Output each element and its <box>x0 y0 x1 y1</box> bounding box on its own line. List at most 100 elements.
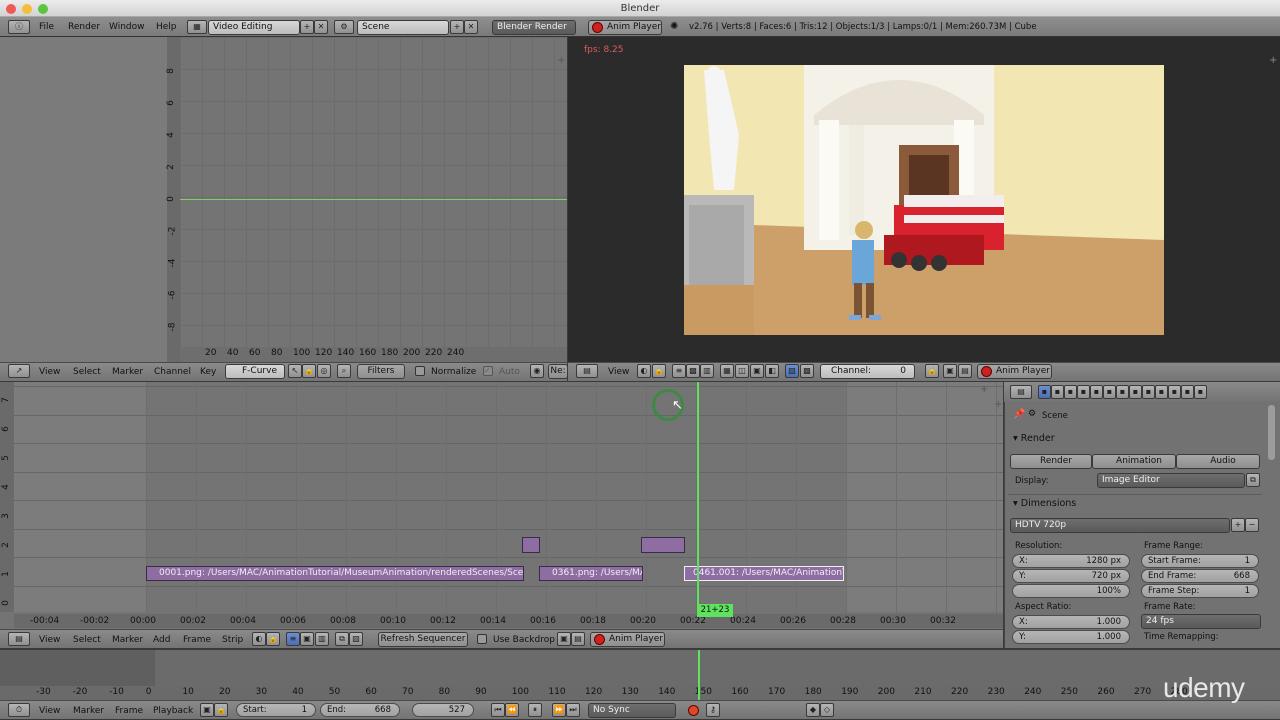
seq-menu-strip[interactable]: Strip <box>222 633 243 647</box>
tl-range-lock-icon[interactable]: 🔒 <box>214 703 228 717</box>
resolution-percent-field[interactable]: 100% <box>1012 584 1130 598</box>
graph-editor-type-icon[interactable]: ↗ <box>8 364 30 378</box>
timeline-playhead[interactable] <box>698 650 700 700</box>
seq-render2-icon[interactable]: ▤ <box>571 632 585 646</box>
remove-scene-icon[interactable]: ✕ <box>464 20 478 34</box>
seq-lock-icon[interactable]: 🔒 <box>266 632 280 646</box>
scene-icon[interactable]: ⚙ <box>334 20 354 34</box>
seq-menu-frame[interactable]: Frame <box>183 633 211 647</box>
seq-sequencer-icon[interactable]: ≡ <box>286 632 300 646</box>
render-engine-selector[interactable]: Blender Render <box>492 20 576 35</box>
end-frame-field[interactable]: End Frame: 668 <box>1141 569 1259 583</box>
normalize-checkbox[interactable] <box>415 366 425 376</box>
end-field[interactable]: End: 668 <box>320 703 400 717</box>
anim-player-button[interactable]: Anim Player <box>588 20 662 35</box>
tl-menu-marker[interactable]: Marker <box>73 704 104 718</box>
properties-tab-icon[interactable]: ▪ <box>1181 385 1194 399</box>
seq-editor-type-icon[interactable]: ▤ <box>8 632 30 646</box>
keying-icon[interactable]: ⚷ <box>706 703 720 717</box>
prev-key-icon[interactable]: ⏪ <box>505 703 519 717</box>
frame-step-field[interactable]: Frame Step: 1 <box>1141 584 1259 598</box>
graph-menu-channel[interactable]: Channel <box>154 365 191 379</box>
truncated-button[interactable]: Ne: <box>548 364 568 379</box>
add-preset-icon[interactable]: + <box>1231 518 1245 532</box>
playhead-line[interactable] <box>697 382 699 612</box>
preview-mode-icon[interactable]: ◐ <box>637 364 651 378</box>
preview-editor-type-icon[interactable]: ▤ <box>576 364 598 378</box>
properties-tab-icon[interactable]: ▪ <box>1142 385 1155 399</box>
seq-menu-select[interactable]: Select <box>73 633 101 647</box>
lock-icon[interactable]: 🔒 <box>302 364 316 378</box>
seq-preview-icon[interactable]: ▣ <box>300 632 314 646</box>
properties-tab-icon[interactable]: ▪ <box>1168 385 1181 399</box>
sync-mode-selector[interactable]: No Sync <box>588 703 676 718</box>
seq-both-icon[interactable]: ▥ <box>315 632 329 646</box>
preview-proxy-icon[interactable]: ▨ <box>785 364 799 378</box>
properties-tab-icon[interactable]: ▪ <box>1077 385 1090 399</box>
render-preset-selector[interactable]: HDTV 720p <box>1010 518 1230 533</box>
graph-menu-view[interactable]: View <box>39 365 60 379</box>
menu-render[interactable]: Render <box>68 20 100 34</box>
effect-strip[interactable] <box>522 537 540 553</box>
keyframe-delete-icon[interactable]: ◇ <box>820 703 834 717</box>
properties-tab-icon[interactable]: ▪ <box>1194 385 1207 399</box>
menu-help[interactable]: Help <box>156 20 177 34</box>
seq-anim-player-button[interactable]: Anim Player <box>590 632 665 647</box>
minimize-window-button[interactable] <box>22 4 32 14</box>
timeline-editor-type-icon[interactable]: ⏱ <box>8 703 30 717</box>
filters-button[interactable]: Filters <box>357 364 405 379</box>
dimensions-panel-toggle[interactable]: ▾ Dimensions <box>1013 498 1076 509</box>
preview-camera-icon[interactable]: ▣ <box>943 364 957 378</box>
properties-tab-icon[interactable]: ▪ <box>1116 385 1129 399</box>
properties-tab-icon[interactable]: ▪ <box>1129 385 1142 399</box>
zoom-window-button[interactable] <box>38 4 48 14</box>
remove-preset-icon[interactable]: − <box>1245 518 1259 532</box>
audio-button[interactable]: Audio <box>1176 454 1260 469</box>
start-frame-field[interactable]: Start Frame: 1 <box>1141 554 1259 568</box>
properties-tab-icon[interactable]: ▪ <box>1064 385 1077 399</box>
properties-scrollbar[interactable] <box>1268 405 1275 460</box>
cursor-icon[interactable]: ↖ <box>288 364 302 378</box>
pause-icon[interactable]: ⏸ <box>528 703 542 717</box>
preview-menu-view[interactable]: View <box>608 365 629 379</box>
animation-button[interactable]: Animation <box>1092 454 1176 469</box>
preview-histogram-icon[interactable]: ▥ <box>700 364 714 378</box>
close-window-button[interactable] <box>6 4 16 14</box>
preview-safe-icon[interactable]: ▣ <box>750 364 764 378</box>
preview-plus-icon[interactable]: + <box>1269 55 1277 66</box>
remove-layout-icon[interactable]: ✕ <box>314 20 328 34</box>
seq-menu-marker[interactable]: Marker <box>112 633 143 647</box>
ghost-icon[interactable]: ◎ <box>317 364 331 378</box>
graph-menu-marker[interactable]: Marker <box>112 365 143 379</box>
seq-plus-icon[interactable]: + <box>980 384 988 395</box>
seq-plus2-icon[interactable]: + <box>994 399 1002 410</box>
auto-checkbox[interactable]: ✓ <box>483 366 493 376</box>
display-fullscreen-icon[interactable]: ⧉ <box>1246 473 1260 487</box>
tl-menu-frame[interactable]: Frame <box>115 704 143 718</box>
region-plus-icon[interactable]: + <box>557 55 565 66</box>
channel-region[interactable] <box>0 37 167 362</box>
seq-menu-view[interactable]: View <box>39 633 60 647</box>
preview-overlay-icon[interactable]: ◧ <box>765 364 779 378</box>
current-frame-field[interactable]: 527 <box>412 703 474 717</box>
jump-start-icon[interactable]: ⏮ <box>491 703 505 717</box>
aspect-x-field[interactable]: X: 1.000 <box>1012 615 1130 629</box>
image-strip[interactable]: 0361.png: /Users/MAC <box>539 566 643 581</box>
zoom-icon[interactable]: ⌕ <box>337 364 351 378</box>
refresh-sequencer-button[interactable]: Refresh Sequencer <box>378 632 468 647</box>
preview-lock-icon[interactable]: 🔒 <box>652 364 666 378</box>
frame-rate-selector[interactable]: 24 fps <box>1141 614 1261 629</box>
properties-tab-icon[interactable]: ▪ <box>1155 385 1168 399</box>
preview-alpha-icon[interactable]: ◫ <box>735 364 749 378</box>
pin-icon[interactable]: 📌 <box>1013 409 1025 420</box>
preview-channels-icon[interactable]: ▦ <box>720 364 734 378</box>
record-icon[interactable] <box>688 705 699 716</box>
layout-grid-icon[interactable]: ▦ <box>187 20 207 34</box>
aspect-y-field[interactable]: Y: 1.000 <box>1012 630 1130 644</box>
preview-checker-icon[interactable]: ▩ <box>686 364 700 378</box>
menu-window[interactable]: Window <box>109 20 145 34</box>
pivot-icon[interactable]: ◉ <box>530 364 544 378</box>
start-field[interactable]: Start: 1 <box>236 703 316 717</box>
seq-snap-icon[interactable]: ⧉ <box>335 632 349 646</box>
properties-tab-icon[interactable]: ▪ <box>1103 385 1116 399</box>
